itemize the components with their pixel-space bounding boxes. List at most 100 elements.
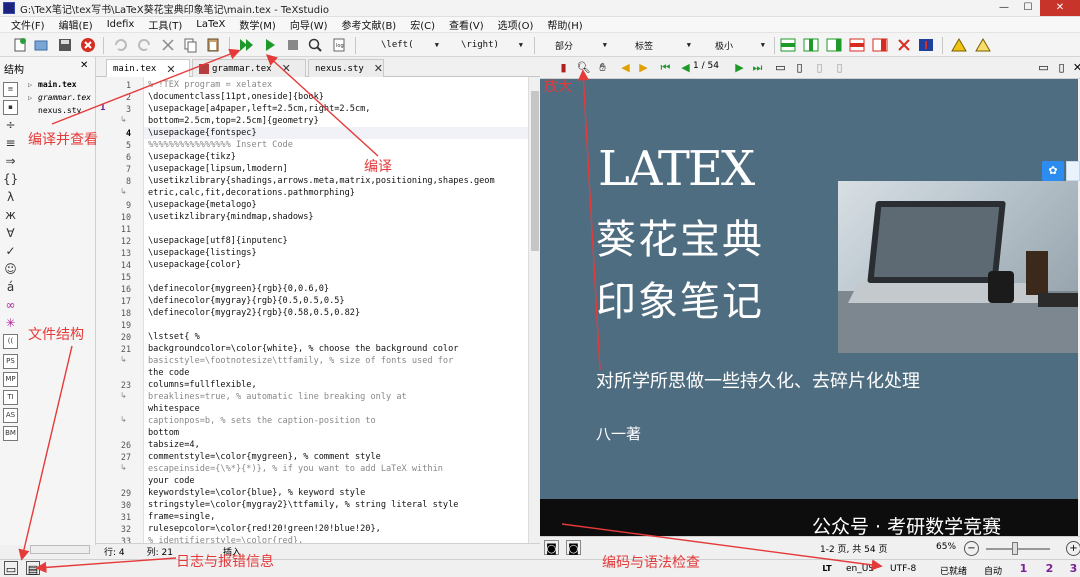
save-icon[interactable] [57, 37, 73, 53]
cyrillic-symbol-icon[interactable]: ж [3, 208, 18, 223]
menu-help[interactable]: 帮助(H) [540, 17, 589, 32]
next-page-icon[interactable]: ▶ [732, 60, 747, 75]
log-panel-icon[interactable]: ▭ [4, 561, 18, 576]
table-cut-icon[interactable] [896, 37, 912, 53]
checkmark-symbol-icon[interactable]: ✓ [3, 244, 18, 259]
menu-tools[interactable]: 工具(T) [141, 17, 189, 32]
tab-close-icon[interactable]: ✕ [166, 63, 175, 76]
window-mode-icon[interactable]: ▭ [1036, 60, 1051, 75]
new-file-icon[interactable] [12, 37, 28, 53]
cut-icon[interactable] [160, 37, 176, 53]
equiv-symbol-icon[interactable]: ≡ [3, 136, 18, 151]
floating-share-icon[interactable]: ✿ [1042, 161, 1064, 181]
tab-nexus[interactable]: nexus.sty ✕ [308, 59, 384, 77]
left-delimiter-select[interactable]: \left(▼ [378, 37, 442, 53]
page-indicator[interactable]: 1 / 54 [693, 61, 719, 75]
compile-icon[interactable] [262, 37, 278, 53]
menu-view[interactable]: 查看(V) [442, 17, 491, 32]
first-page-icon[interactable]: ⏮ [658, 60, 673, 75]
section-select[interactable]: 部分 ▼ [552, 37, 610, 53]
asterisk-symbol-icon[interactable]: ✳ [3, 316, 18, 331]
encoding-select[interactable]: UTF-8 [890, 564, 916, 574]
asymptote-icon[interactable]: AS [3, 408, 18, 423]
tree-item-nexus[interactable]: nexus.sty [28, 104, 96, 117]
fit-page-icon[interactable]: ▯ [792, 60, 807, 75]
zoom-icon[interactable]: 🔍︎ [576, 60, 591, 75]
warning-icon[interactable] [951, 37, 967, 53]
zoom-in-icon[interactable]: + [1066, 541, 1080, 556]
warning-outline-icon[interactable] [975, 37, 991, 53]
table-remove-row-icon[interactable] [849, 37, 865, 53]
panel-icon[interactable]: ▯ [1054, 60, 1069, 75]
zoom-out-icon[interactable]: − [964, 541, 979, 556]
copy-icon[interactable] [182, 37, 198, 53]
sync-right-icon[interactable]: ◙ [566, 540, 581, 555]
tab-close-icon[interactable]: ✕ [374, 62, 383, 75]
auto-status[interactable]: 自动 [984, 564, 1002, 577]
previous-page-icon[interactable]: ◀ [678, 60, 693, 75]
beamer-icon[interactable]: BM [3, 426, 18, 441]
structure-view-icon[interactable]: ≡ [3, 82, 18, 97]
infinity-symbol-icon[interactable]: ∞ [3, 298, 18, 313]
arrow-symbol-icon[interactable]: ⇒ [3, 154, 18, 169]
zoom-slider[interactable] [986, 548, 1050, 550]
structure-scrollbar[interactable] [30, 545, 90, 554]
table-add-row-icon[interactable] [780, 37, 796, 53]
menu-latex[interactable]: LaTeX [189, 19, 232, 30]
menu-wizards[interactable]: 向导(W) [283, 17, 335, 32]
language-select[interactable]: en_US [846, 564, 874, 574]
hand-tool-icon[interactable]: ✋︎ [595, 60, 610, 75]
menu-math[interactable]: 数学(M) [232, 17, 282, 32]
spell-check-icon[interactable]: LT [820, 561, 834, 575]
bookmark-toggle-icon[interactable]: ▮ [556, 60, 571, 75]
accent-symbol-icon[interactable]: á [3, 280, 18, 295]
font-size-select[interactable]: 极小 ▼ [712, 37, 768, 53]
maximize-button[interactable]: ☐ [1016, 0, 1040, 16]
tree-item-main[interactable]: ▷ main.tex [28, 78, 96, 91]
tab-main[interactable]: main.tex ✕ [106, 59, 190, 78]
bookmark-2-icon[interactable]: 2 [1042, 561, 1057, 576]
stop-icon[interactable] [285, 37, 301, 53]
menu-file[interactable]: 文件(F) [4, 17, 52, 32]
menu-idefix[interactable]: Idefix [100, 19, 142, 30]
preview-close-icon[interactable]: ✕ [1070, 60, 1080, 75]
sync-left-icon[interactable]: ◙ [544, 540, 559, 555]
scrollbar-thumb[interactable] [531, 91, 539, 251]
table-add-col-icon[interactable] [803, 37, 819, 53]
structure-close-icon[interactable]: ✕ [80, 60, 88, 71]
floating-side-tab[interactable] [1066, 161, 1080, 181]
continuous-icon[interactable]: ▯ [812, 60, 827, 75]
menu-bibliography[interactable]: 参考文献(B) [335, 17, 404, 32]
smiley-symbol-icon[interactable]: ☺ [3, 262, 18, 277]
expand-arrow-icon[interactable]: ▷ [28, 94, 38, 102]
expand-arrow-icon[interactable]: ▷ [28, 81, 38, 89]
braces-symbol-icon[interactable]: {} [3, 172, 18, 187]
fit-width-icon[interactable]: ▭ [773, 60, 788, 75]
label-select[interactable]: 标签 ▼ [632, 37, 694, 53]
messages-panel-icon[interactable]: ▤ [26, 561, 40, 576]
bookmarks-icon[interactable]: ▪ [3, 100, 18, 115]
editor-scrollbar[interactable] [528, 77, 540, 543]
brackets-symbol-icon[interactable]: (( [3, 334, 18, 349]
menu-macros[interactable]: 宏(C) [403, 17, 442, 32]
back-icon[interactable]: ◀ [618, 60, 633, 75]
table-format-icon[interactable] [918, 37, 934, 53]
build-and-view-icon[interactable] [238, 37, 254, 53]
right-delimiter-select[interactable]: \right) ▼ [458, 37, 526, 53]
table-remove-col-icon[interactable] [872, 37, 888, 53]
code-editor[interactable]: % !TEX program = xelatex \documentclass[… [144, 77, 528, 543]
forall-symbol-icon[interactable]: ∀ [3, 226, 18, 241]
zoom-level[interactable]: 65% [936, 542, 956, 552]
menu-edit[interactable]: 编辑(E) [52, 17, 100, 32]
tikz-icon[interactable]: TI [3, 390, 18, 405]
open-file-icon[interactable] [33, 37, 49, 53]
tab-grammar[interactable]: grammar.tex ✕ [192, 59, 306, 77]
division-symbol-icon[interactable]: ÷ [3, 118, 18, 133]
minimize-button[interactable]: — [992, 0, 1016, 16]
view-pdf-icon[interactable] [307, 37, 323, 53]
pstricks-icon[interactable]: PS [3, 354, 18, 369]
zoom-slider-handle[interactable] [1012, 542, 1018, 555]
redo-icon[interactable] [137, 37, 153, 53]
tab-close-icon[interactable]: ✕ [282, 62, 291, 75]
view-log-icon[interactable]: log [331, 37, 347, 53]
